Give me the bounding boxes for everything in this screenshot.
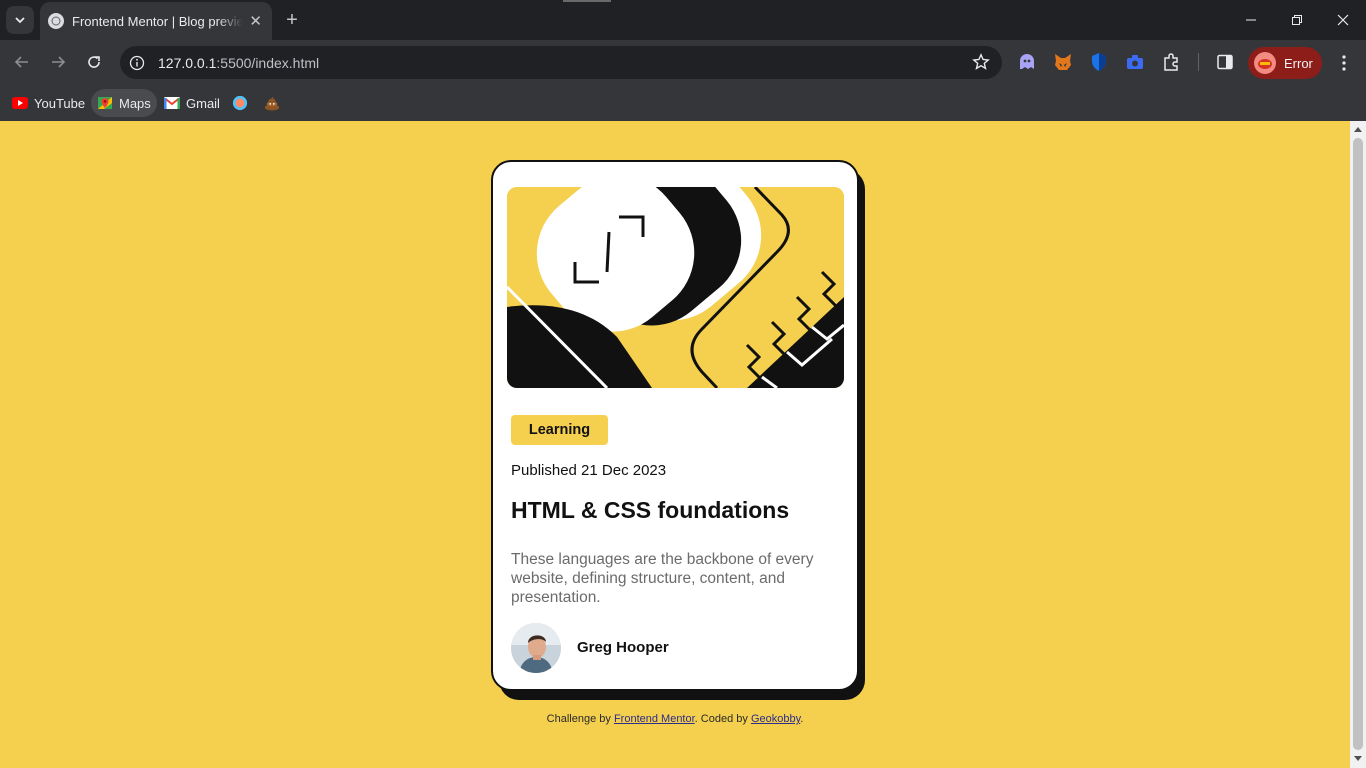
camera-icon[interactable] <box>1124 51 1146 73</box>
bookmark-label: YouTube <box>34 95 86 111</box>
active-tab[interactable]: Frontend Mentor | Blog preview card ✕ <box>40 2 272 40</box>
author-name: Greg Hooper <box>577 639 669 656</box>
profile-error-button[interactable]: Error <box>1248 47 1322 79</box>
frontend-mentor-link[interactable]: Frontend Mentor <box>614 713 695 725</box>
restore-button[interactable] <box>1274 0 1320 40</box>
back-button[interactable] <box>8 48 36 76</box>
browser-toolbar: 127.0.0.1:5500/index.html <box>0 40 1366 85</box>
info-icon[interactable] <box>128 54 146 72</box>
arrow-right-icon <box>52 56 66 68</box>
extension-bookmark-icon <box>232 95 248 111</box>
reload-button[interactable] <box>80 48 108 76</box>
attribution-suffix: . <box>800 713 804 725</box>
minimize-button[interactable] <box>1228 0 1274 40</box>
bookmark-youtube[interactable]: YouTube <box>6 89 91 117</box>
toolbar-separator <box>1198 53 1199 71</box>
maps-icon <box>97 95 113 111</box>
reload-icon <box>88 56 100 68</box>
ghost-icon[interactable] <box>1016 51 1038 73</box>
window-drag-notch <box>563 0 611 2</box>
gmail-icon <box>164 95 180 111</box>
profile-avatar-icon <box>1254 52 1276 74</box>
restore-icon <box>1292 15 1302 25</box>
close-icon <box>1337 14 1349 26</box>
close-tab-icon[interactable]: ✕ <box>249 14 262 29</box>
minimize-icon <box>1246 19 1256 21</box>
profile-status-text: Error <box>1284 55 1313 71</box>
url-path: :5500/index.html <box>216 54 320 71</box>
scroll-down-arrow-icon[interactable] <box>1353 754 1363 764</box>
attribution: Challenge by Frontend Mentor. Coded by G… <box>0 713 1350 725</box>
bookmark-label: Gmail <box>186 95 220 111</box>
attribution-prefix: Challenge by <box>546 713 614 725</box>
published-date: Published 21 Dec 2023 <box>511 462 667 479</box>
author-avatar <box>511 623 561 673</box>
bookmark-star-icon[interactable] <box>972 53 990 71</box>
forward-button[interactable] <box>44 48 72 76</box>
url-host: 127.0.0.1 <box>158 54 217 71</box>
address-bar[interactable]: 127.0.0.1:5500/index.html <box>120 46 1002 79</box>
youtube-icon <box>12 95 28 111</box>
tab-search-button[interactable] <box>6 6 34 34</box>
metamask-fox-icon[interactable] <box>1052 51 1074 73</box>
browser-menu-button[interactable] <box>1334 51 1354 75</box>
category-tag: Learning <box>511 415 608 445</box>
card-illustration <box>507 187 844 388</box>
poop-emoji-icon <box>264 95 280 111</box>
card-title[interactable]: HTML & CSS foundations <box>511 497 789 524</box>
bookmark-gmail[interactable]: Gmail <box>158 89 226 117</box>
more-vert-icon <box>1342 55 1346 71</box>
tab-strip: Frontend Mentor | Blog preview card ✕ + <box>0 0 1366 40</box>
new-tab-button[interactable]: + <box>280 8 304 32</box>
shield-icon[interactable] <box>1088 51 1110 73</box>
bookmark-label: Maps <box>119 95 151 111</box>
bookmark-maps[interactable]: Maps <box>91 89 157 117</box>
globe-icon <box>48 13 64 29</box>
bookmarks-bar: YouTube Maps Gmail <box>0 85 1366 121</box>
chevron-down-icon <box>15 17 25 24</box>
scrollbar-thumb[interactable] <box>1353 138 1363 750</box>
card-excerpt: These languages are the backbone of ever… <box>511 551 814 606</box>
bookmark-extension[interactable] <box>226 89 254 117</box>
scroll-up-arrow-icon[interactable] <box>1353 124 1363 134</box>
url-text[interactable]: 127.0.0.1:5500/index.html <box>158 55 319 71</box>
arrow-left-icon <box>14 56 28 68</box>
side-panel-icon[interactable] <box>1214 51 1236 73</box>
blog-preview-card: Learning Published 21 Dec 2023 HTML & CS… <box>491 160 859 691</box>
author-profile-link[interactable]: Geokobby <box>751 713 800 725</box>
tab-title: Frontend Mentor | Blog preview card <box>72 13 244 29</box>
attribution-middle: . Coded by <box>694 713 751 725</box>
bookmark-poop[interactable] <box>258 89 286 117</box>
close-window-button[interactable] <box>1320 0 1366 40</box>
puzzle-icon[interactable] <box>1160 51 1182 73</box>
